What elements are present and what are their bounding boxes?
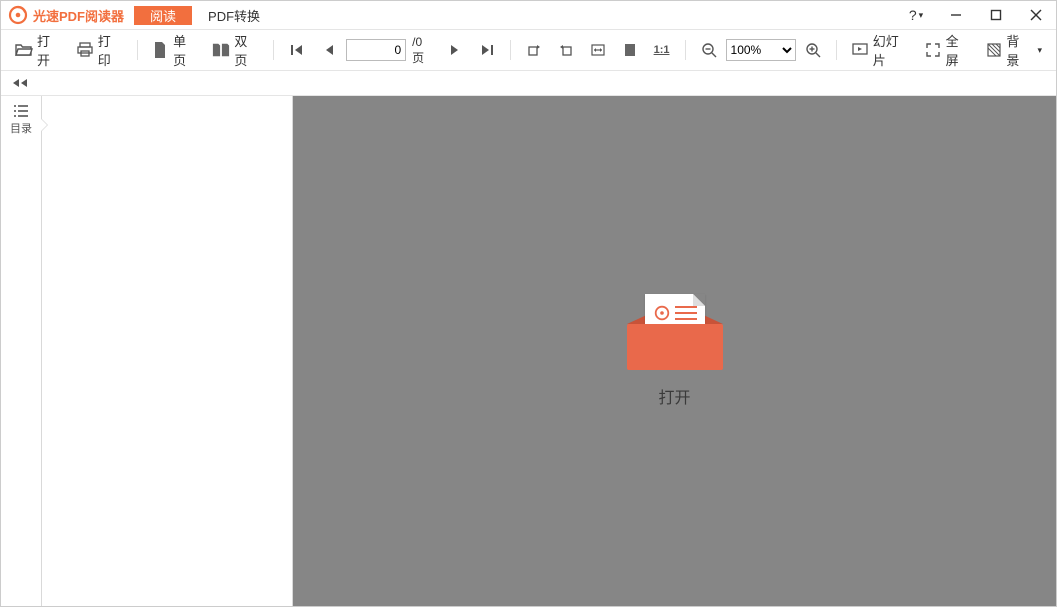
prev-page-icon [320,41,338,59]
rotate-right-icon [525,41,543,59]
open-envelope-icon [627,294,723,370]
actual-size-icon: 1:1 [653,41,671,59]
next-page-icon [446,41,464,59]
zoom-out-button[interactable] [694,37,724,63]
double-page-button[interactable]: 双页 [206,37,265,63]
toc-icon [12,104,30,118]
sidebar: 目录 [1,96,42,606]
fullscreen-icon [924,41,942,59]
help-icon: ? [909,7,917,23]
fit-width-icon [589,41,607,59]
single-page-icon [152,41,170,59]
background-icon [985,41,1002,59]
chevron-down-icon: ▾ [1037,45,1042,56]
chevron-down-icon: ▾ [919,10,924,21]
document-list-panel [42,96,293,606]
titlebar: 光速PDF阅读器 阅读 PDF转换 ?▾ [1,1,1056,30]
slideshow-icon [851,41,869,59]
fit-page-icon [621,41,639,59]
minimize-icon [950,9,962,21]
help-button[interactable]: ?▾ [896,1,936,29]
print-icon [76,41,94,59]
toolbar: 打开 打印 单页 双页 [1,30,1056,71]
toc-label: 目录 [10,120,32,136]
page-number-input[interactable] [346,39,406,61]
close-icon [1030,9,1042,21]
single-page-button[interactable]: 单页 [146,37,205,63]
background-button[interactable]: 背景 ▾ [979,37,1048,63]
maximize-icon [990,9,1002,21]
background-label: 背景 [1006,31,1031,69]
folder-open-icon [15,41,33,59]
last-page-icon [478,41,496,59]
tab-convert[interactable]: PDF转换 [192,6,276,25]
collapse-toolbar-button[interactable] [11,78,35,88]
sidebar-tab-toc[interactable]: 目录 [10,104,32,136]
open-target-label: 打开 [658,384,690,408]
sidebar-notch-icon [41,118,48,132]
titlebar-left: 光速PDF阅读器 阅读 PDF转换 [1,1,276,29]
double-page-icon [212,41,230,59]
open-file-target[interactable]: 打开 [627,294,723,408]
fit-page-button[interactable] [615,37,645,63]
rotate-left-button[interactable] [551,37,581,63]
page-total-label: /0页 [408,35,437,66]
zoom-out-icon [700,41,718,59]
fit-width-button[interactable] [583,37,613,63]
body: 目录 打开 [1,96,1056,606]
double-arrow-left-icon [11,78,35,88]
app-logo-icon [7,4,29,26]
first-page-button[interactable] [282,37,312,63]
rotate-right-button[interactable] [519,37,549,63]
actual-size-button[interactable]: 1:1 [647,37,677,63]
zoom-select[interactable]: 100% [726,39,796,61]
secondary-bar [1,71,1056,96]
slideshow-button[interactable]: 幻灯片 [845,37,916,63]
last-page-button[interactable] [472,37,502,63]
app-title: 光速PDF阅读器 [33,6,134,25]
next-page-button[interactable] [440,37,470,63]
window-controls: ?▾ [896,1,1056,29]
prev-page-button[interactable] [314,37,344,63]
slideshow-label: 幻灯片 [873,31,910,69]
single-page-label: 单页 [173,31,198,69]
print-label: 打印 [98,31,123,69]
fullscreen-button[interactable]: 全屏 [918,37,977,63]
app-window: 光速PDF阅读器 阅读 PDF转换 ?▾ 打开 [0,0,1057,607]
minimize-button[interactable] [936,1,976,29]
open-button[interactable]: 打开 [9,37,68,63]
fullscreen-label: 全屏 [946,31,971,69]
double-page-label: 双页 [234,31,259,69]
maximize-button[interactable] [976,1,1016,29]
zoom-in-icon [804,41,822,59]
document-canvas: 打开 [293,96,1056,606]
open-label: 打开 [37,31,62,69]
zoom-in-button[interactable] [798,37,828,63]
tab-read[interactable]: 阅读 [134,6,192,25]
rotate-left-icon [557,41,575,59]
print-button[interactable]: 打印 [70,37,129,63]
first-page-icon [288,41,306,59]
close-button[interactable] [1016,1,1056,29]
